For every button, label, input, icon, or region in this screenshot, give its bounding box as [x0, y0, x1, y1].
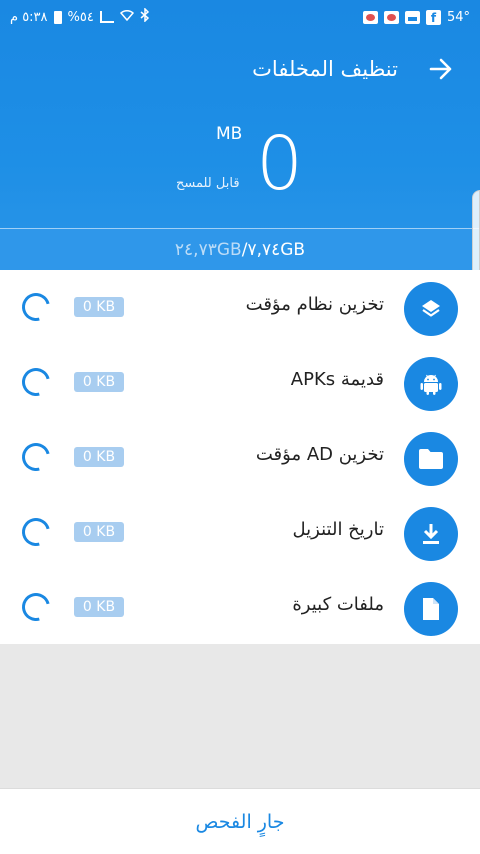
- bluetooth-icon: [140, 7, 150, 26]
- list-item-large-files[interactable]: 0 KB ملفات كبيرة: [0, 570, 480, 645]
- list-item-system-cache[interactable]: 0 KB تخزين نظام مؤقت: [0, 270, 480, 345]
- storage-used: ٢٤,٧٣GB: [174, 239, 242, 260]
- page-title: تنظيف المخلفات: [252, 57, 398, 81]
- status-bar: ٥:٣٨ م %٥٤ f 54°: [0, 0, 480, 34]
- size-badge: 0 KB: [74, 597, 124, 617]
- list-item-old-apks[interactable]: 0 KB قديمة APKs: [0, 345, 480, 420]
- status-time: ٥:٣٨ م: [10, 9, 48, 25]
- size-badge: 0 KB: [74, 297, 124, 317]
- item-label: تخزين نظام مؤقت: [245, 294, 384, 315]
- loading-spinner-icon: [16, 287, 56, 327]
- facebook-icon: f: [425, 9, 441, 25]
- scanning-button[interactable]: جارٍ الفحص: [196, 811, 285, 833]
- size-badge: 0 KB: [74, 447, 124, 467]
- arrow-right-icon[interactable]: [428, 56, 454, 82]
- app-notification-icon: [362, 10, 378, 24]
- app-notification-icon-2: [383, 10, 399, 24]
- gallery-icon: [404, 10, 420, 24]
- loading-spinner-icon: [16, 587, 56, 627]
- loading-spinner-icon: [16, 362, 56, 402]
- cleanable-label: قابل للمسح: [176, 176, 240, 191]
- layers-icon: [404, 282, 458, 336]
- cleanable-size: MB 0 قابل للمسح: [176, 124, 316, 204]
- bottom-bar: جارٍ الفحص: [0, 788, 480, 854]
- signal-icon: [99, 11, 114, 23]
- header-panel: ٥:٣٨ م %٥٤ f 54° تنظيف المخلفات MB 0 قاب…: [0, 0, 480, 270]
- download-icon: [404, 507, 458, 561]
- list-item-download-history[interactable]: 0 KB تاريخ التنزيل: [0, 495, 480, 570]
- loading-spinner-icon: [16, 512, 56, 552]
- status-right: f 54°: [362, 9, 470, 25]
- wifi-icon: [119, 9, 134, 25]
- battery-percent: %٥٤: [67, 9, 94, 25]
- temperature-text: 54°: [446, 9, 470, 25]
- battery-icon: [53, 10, 62, 24]
- item-label: ملفات كبيرة: [292, 594, 384, 615]
- loading-spinner-icon: [16, 437, 56, 477]
- folder-icon: [404, 432, 458, 486]
- file-icon: [404, 582, 458, 636]
- item-label: قديمة APKs: [290, 369, 384, 390]
- junk-category-list: 0 KB تخزين نظام مؤقت 0 KB قديمة APKs 0 K…: [0, 270, 480, 644]
- empty-area: [0, 644, 480, 788]
- storage-bar: ٢٤,٧٣GB / ٧,٧٤GB: [0, 228, 480, 270]
- storage-total: ٧,٧٤GB: [247, 239, 306, 260]
- size-unit: MB: [216, 124, 243, 144]
- size-badge: 0 KB: [74, 522, 124, 542]
- title-bar: تنظيف المخلفات: [0, 46, 480, 92]
- list-item-ad-cache[interactable]: 0 KB تخزين AD مؤقت: [0, 420, 480, 495]
- android-icon: [404, 357, 458, 411]
- status-left: ٥:٣٨ م %٥٤: [10, 7, 150, 26]
- size-value: 0: [256, 121, 304, 207]
- size-badge: 0 KB: [74, 372, 124, 392]
- item-label: تخزين AD مؤقت: [255, 444, 384, 465]
- item-label: تاريخ التنزيل: [292, 519, 384, 540]
